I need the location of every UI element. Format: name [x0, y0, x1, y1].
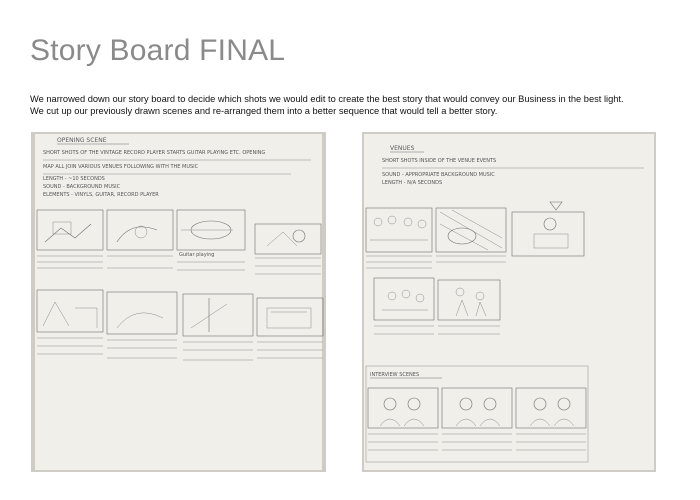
opening-note-4: SOUND - BACKGROUND MUSIC — [43, 184, 121, 190]
storyboard-photo-opening: OPENING SCENE SHORT SHOTS OF THE VINTAGE… — [31, 132, 326, 472]
storyboard-sketch-opening: OPENING SCENE SHORT SHOTS OF THE VINTAGE… — [35, 134, 324, 470]
opening-note-1: SHORT SHOTS OF THE VINTAGE RECORD PLAYER… — [43, 150, 265, 156]
caption-guitar-playing: Guitar playing — [179, 252, 214, 258]
storyboard-photo-venues: VENUES SHORT SHOTS INSIDE OF THE VENUE E… — [362, 132, 656, 472]
opening-heading: OPENING SCENE — [57, 137, 107, 144]
venues-note-3: LENGTH - N/A SECONDS — [382, 180, 442, 186]
opening-note-5: ELEMENTS - VINYLS, GUITAR, RECORD PLAYER — [43, 192, 159, 198]
venues-note-2: SOUND - APPROPRIATE BACKGROUND MUSIC — [382, 172, 495, 178]
interview-heading: INTERVIEW SCENES — [370, 372, 419, 378]
intro-text: We narrowed down our story board to deci… — [30, 93, 690, 117]
venues-note-1: SHORT SHOTS INSIDE OF THE VENUE EVENTS — [382, 158, 496, 164]
page-title: Story Board FINAL — [30, 34, 286, 67]
opening-note-3: LENGTH - ~10 SECONDS — [43, 176, 105, 182]
venues-heading: VENUES — [390, 145, 415, 152]
intro-line-2: We cut up our previously drawn scenes an… — [30, 106, 498, 116]
opening-note-2: MAP ALL JOIN VARIOUS VENUES FOLLOWING WI… — [43, 164, 199, 170]
storyboard-sketch-venues: VENUES SHORT SHOTS INSIDE OF THE VENUE E… — [364, 134, 654, 470]
intro-line-1: We narrowed down our story board to deci… — [30, 94, 624, 104]
